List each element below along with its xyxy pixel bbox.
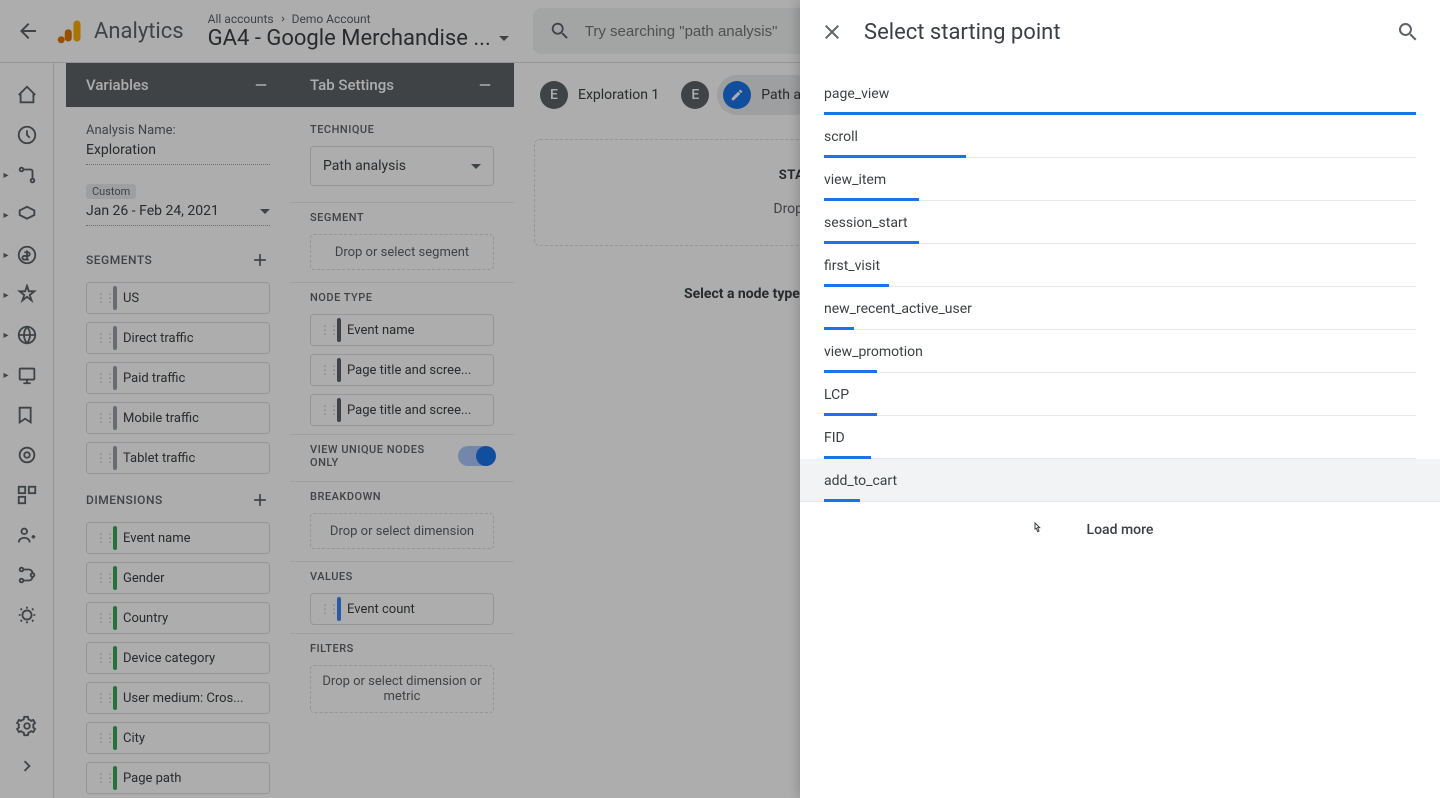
starting-point-drawer: Select starting point page_viewscroll vie… [800,0,1440,798]
event-name-label: view_item [824,172,1416,188]
event-name-label: scroll [824,129,1416,145]
event-name-label: session_start [824,215,1416,231]
drawer-title: Select starting point [864,20,1376,45]
event-name-label: add_to_cart [824,473,1416,489]
event-item[interactable]: new_recent_active_user [824,287,1416,330]
event-item[interactable]: view_promotion [824,330,1416,373]
event-name-label: LCP [824,387,1416,403]
event-item[interactable]: FID [824,416,1416,459]
event-item[interactable]: add_to_cart [800,459,1440,502]
search-icon[interactable] [1396,20,1420,44]
event-item[interactable]: scroll [824,115,1416,158]
load-more-button[interactable]: Load more [824,502,1416,558]
event-name-label: page_view [824,86,1416,102]
event-item[interactable]: first_visit [824,244,1416,287]
event-item[interactable]: view_item [824,158,1416,201]
cursor-icon [1029,521,1045,537]
event-name-label: new_recent_active_user [824,301,1416,317]
event-name-label: first_visit [824,258,1416,274]
drawer-header: Select starting point [800,0,1440,64]
event-name-label: view_promotion [824,344,1416,360]
event-item[interactable]: LCP [824,373,1416,416]
event-name-label: FID [824,430,1416,446]
close-icon[interactable] [820,20,844,44]
event-item[interactable]: page_view [824,72,1416,115]
event-item[interactable]: session_start [824,201,1416,244]
event-list: page_viewscroll view_item session_startfir… [800,64,1440,558]
